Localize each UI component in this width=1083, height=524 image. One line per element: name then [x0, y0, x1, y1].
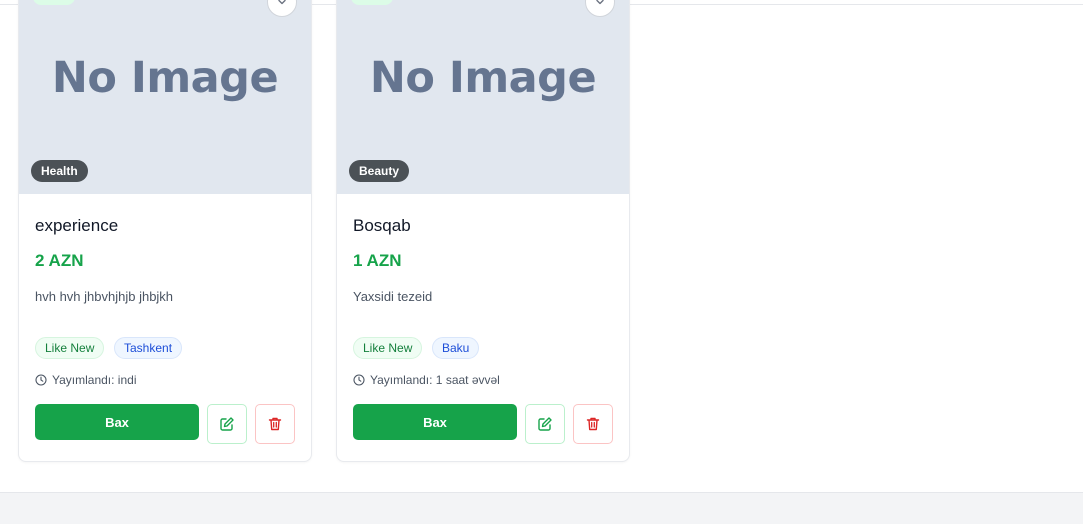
category-badge: Health	[31, 160, 88, 182]
clock-icon	[35, 374, 47, 386]
posted-time-label: Yayımlandı: 1 saat əvvəl	[370, 373, 500, 387]
posted-time-label: Yayımlandı: indi	[52, 373, 137, 387]
listing-card[interactable]: No Image Health experience 2 AZN hvh hvh…	[18, 0, 312, 462]
footer	[0, 492, 1083, 524]
delete-button[interactable]	[573, 404, 613, 444]
category-badge: Beauty	[349, 160, 410, 182]
listing-description: hvh hvh jhbvhjhjb jhbjkh	[35, 289, 174, 304]
listing-title[interactable]: Bosqab	[353, 216, 411, 236]
edit-button[interactable]	[207, 404, 247, 444]
listing-image-placeholder[interactable]: No Image Health	[19, 0, 311, 194]
location-chip: Baku	[432, 337, 480, 359]
listing-card[interactable]: No Image Beauty Bosqab 1 AZN Yaxsidi tez…	[336, 0, 630, 462]
view-button[interactable]: Bax	[353, 404, 517, 440]
posted-time: Yayımlandı: 1 saat əvvəl	[353, 373, 500, 387]
trash-icon	[268, 417, 282, 431]
no-image-text: No Image	[51, 53, 279, 103]
listing-title[interactable]: experience	[35, 216, 118, 236]
listing-price: 2 AZN	[35, 251, 84, 270]
chevron-down-icon	[278, 0, 286, 5]
view-button[interactable]: Bax	[35, 404, 199, 440]
listing-image-placeholder[interactable]: No Image Beauty	[337, 0, 629, 194]
chevron-down-icon	[596, 0, 604, 5]
listing-description: Yaxsidi tezeid	[353, 289, 433, 304]
edit-icon	[538, 417, 552, 431]
condition-chip: Like New	[35, 337, 105, 359]
listing-price: 1 AZN	[353, 251, 402, 270]
no-image-text: No Image	[369, 53, 597, 103]
favorite-button[interactable]	[585, 0, 615, 17]
clock-icon	[353, 374, 365, 386]
status-badge	[33, 0, 75, 5]
favorite-button[interactable]	[267, 0, 297, 17]
edit-button[interactable]	[525, 404, 565, 444]
delete-button[interactable]	[255, 404, 295, 444]
status-badge	[351, 0, 393, 5]
condition-chip: Like New	[353, 337, 423, 359]
edit-icon	[220, 417, 234, 431]
trash-icon	[586, 417, 600, 431]
location-chip: Tashkent	[114, 337, 183, 359]
posted-time: Yayımlandı: indi	[35, 373, 137, 387]
